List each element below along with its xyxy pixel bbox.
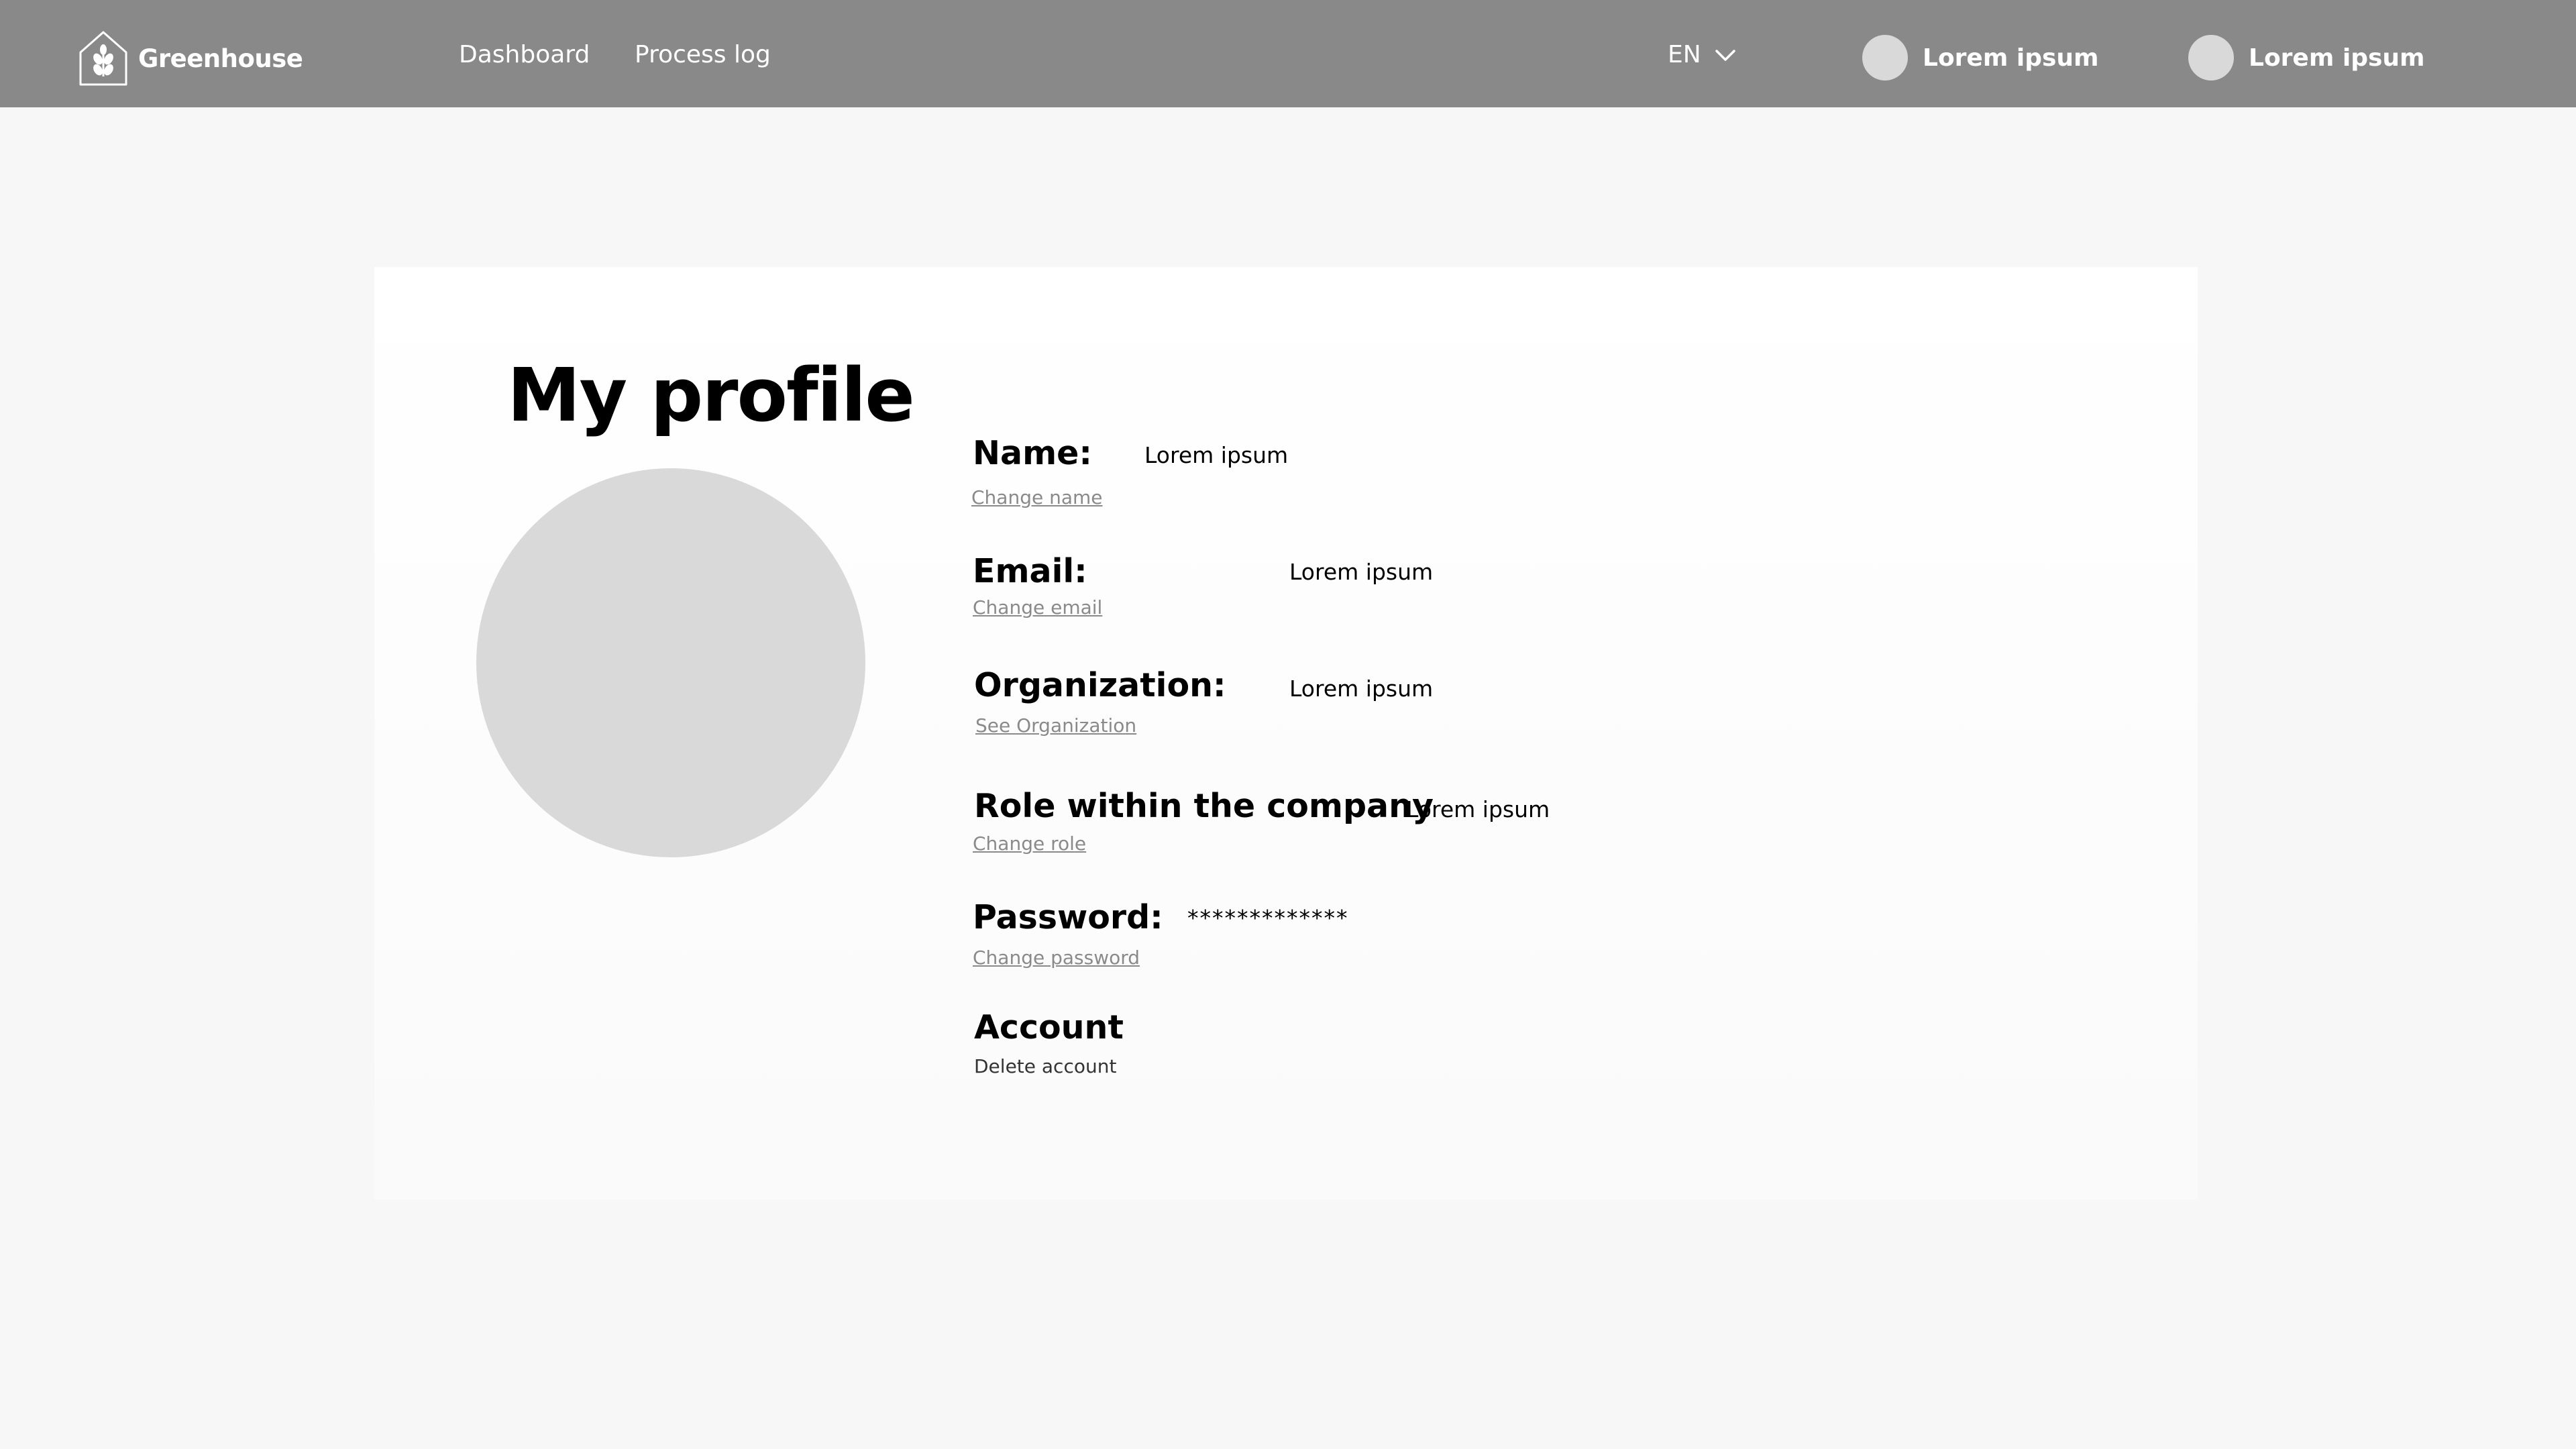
change-password-link[interactable]: Change password [973,946,1140,970]
greenhouse-leaf-icon [78,30,129,87]
language-label: EN [1668,41,1701,68]
delete-account-link[interactable]: Delete account [974,1055,1116,1079]
email-label: Email: [973,552,1087,590]
logo[interactable]: Greenhouse [78,30,303,87]
password-label: Password: [973,898,1163,936]
nav-process-log[interactable]: Process log [635,40,771,70]
organization-label: Organization: [974,666,1226,704]
top-navigation-bar: Greenhouse Dashboard Process log EN Lore… [0,0,2576,107]
see-organization-link[interactable]: See Organization [975,714,1136,738]
avatar [2188,35,2234,80]
change-email-link[interactable]: Change email [973,596,1102,620]
language-selector[interactable]: EN [1668,40,1736,70]
organization-value: Lorem ipsum [1289,676,1434,702]
profile-avatar[interactable] [476,468,865,857]
user-name: Lorem ipsum [2249,44,2425,72]
page-title: My profile [507,352,915,438]
email-value: Lorem ipsum [1289,559,1434,585]
name-value: Lorem ipsum [1144,442,1289,468]
chevron-down-icon [1701,40,1736,70]
nav-dashboard[interactable]: Dashboard [459,40,590,70]
name-label: Name: [973,434,1092,472]
avatar [1862,35,1908,80]
role-value: Lorem ipsum [1406,796,1550,822]
user-name: Lorem ipsum [1923,44,2099,72]
account-label: Account [974,1008,1124,1046]
user-menu-1[interactable]: Lorem ipsum [1862,35,2099,80]
change-name-link[interactable]: Change name [971,486,1103,510]
password-value: ************* [1187,905,1349,931]
role-label: Role within the company [974,787,1434,825]
logo-text: Greenhouse [138,44,303,73]
change-role-link[interactable]: Change role [973,832,1086,856]
user-menu-2[interactable]: Lorem ipsum [2188,35,2425,80]
